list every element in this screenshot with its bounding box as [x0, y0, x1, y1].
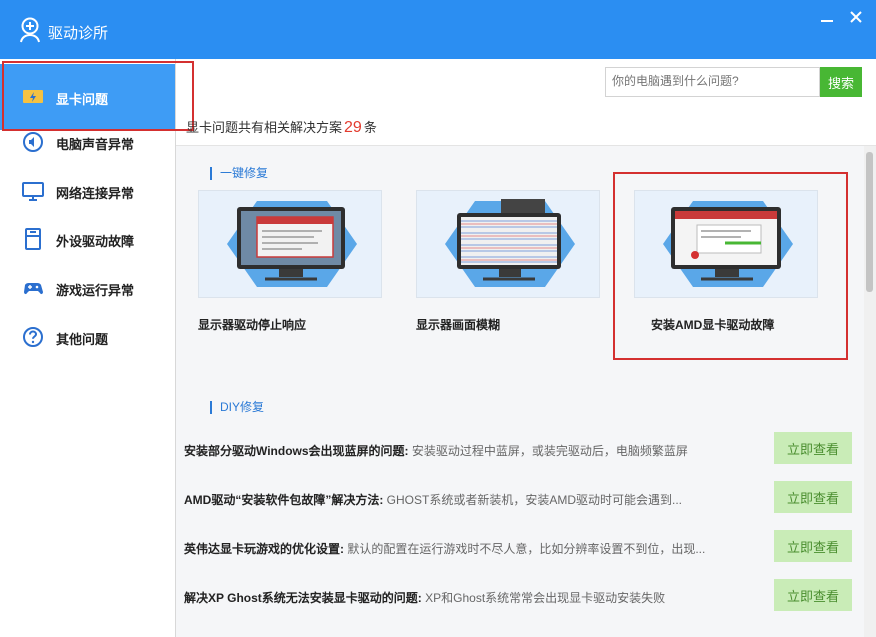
gamepad-icon	[24, 283, 43, 295]
card-thumbnail	[198, 190, 382, 298]
printer-icon	[25, 228, 41, 250]
window-title: 驱动诊所	[48, 25, 109, 42]
one-click-section-title: 一键修复	[210, 164, 268, 181]
minimize-icon[interactable]	[818, 10, 836, 28]
sidebar-item-games[interactable]: 游戏运行异常	[0, 266, 175, 310]
title-bar: 驱动诊所	[0, 0, 876, 59]
search-input[interactable]	[606, 68, 823, 94]
diy-section-title: DIY修复	[210, 398, 264, 415]
sidebar-item-label: 外设驱动故障	[56, 234, 135, 249]
doctor-icon	[20, 17, 40, 43]
list-item: AMD驱动“安装软件包故障”解决方法: GHOST系统或者新装机，安装AMD驱动…	[184, 481, 854, 515]
sidebar-item-peripheral[interactable]: 外设驱动故障	[0, 217, 175, 261]
question-icon	[23, 327, 43, 347]
search-button[interactable]: 搜索	[820, 67, 862, 97]
view-button[interactable]: 立即查看	[774, 579, 852, 611]
sidebar-item-label: 游戏运行异常	[56, 283, 135, 298]
card-caption: 显示器驱动停止响应	[198, 318, 307, 332]
sidebar-item-other[interactable]: 其他问题	[0, 315, 175, 359]
sidebar-item-label: 其他问题	[56, 332, 109, 347]
monitor-noise-icon	[445, 199, 575, 287]
sidebar-item-network[interactable]: 网络连接异常	[0, 169, 175, 213]
solution-count: 29	[344, 119, 362, 136]
view-button[interactable]: 立即查看	[774, 432, 852, 464]
speaker-icon	[23, 132, 43, 152]
scrollbar[interactable]	[864, 146, 876, 637]
monitor-error-icon	[227, 201, 357, 287]
list-item: 英伟达显卡玩游戏的优化设置: 默认的配置在运行游戏时不尽人意，比如分辨率设置不到…	[184, 530, 854, 564]
monitor-icon	[22, 182, 44, 201]
list-item: 解决XP Ghost系统无法安装显卡驱动的问题: XP和Ghost系统常常会出现…	[184, 579, 854, 613]
fix-card-display-driver[interactable]: 显示器驱动停止响应	[198, 190, 382, 338]
scrollbar-thumb[interactable]	[866, 152, 873, 292]
sidebar: 显卡问题 电脑声音异常 网络连接异常 外设驱动故障 游戏运行异常 其他问题	[0, 59, 176, 637]
card-caption: 显示器画面模糊	[416, 318, 501, 332]
highlight-box	[2, 61, 194, 131]
card-thumbnail	[416, 190, 600, 298]
solution-summary: 显卡问题共有相关解决方案 29 条	[186, 119, 377, 136]
sidebar-item-label: 网络连接异常	[56, 186, 135, 201]
search-box	[605, 67, 823, 97]
highlight-box	[613, 172, 848, 360]
fix-card-blurry-display[interactable]: 显示器画面模糊	[416, 190, 600, 338]
view-button[interactable]: 立即查看	[774, 481, 852, 513]
sidebar-item-label: 电脑声音异常	[56, 137, 135, 152]
close-icon[interactable]	[847, 8, 865, 26]
view-button[interactable]: 立即查看	[774, 530, 852, 562]
list-item: 安装部分驱动Windows会出现蓝屏的问题: 安装驱动过程中蓝屏，或装完驱动后，…	[184, 432, 854, 466]
